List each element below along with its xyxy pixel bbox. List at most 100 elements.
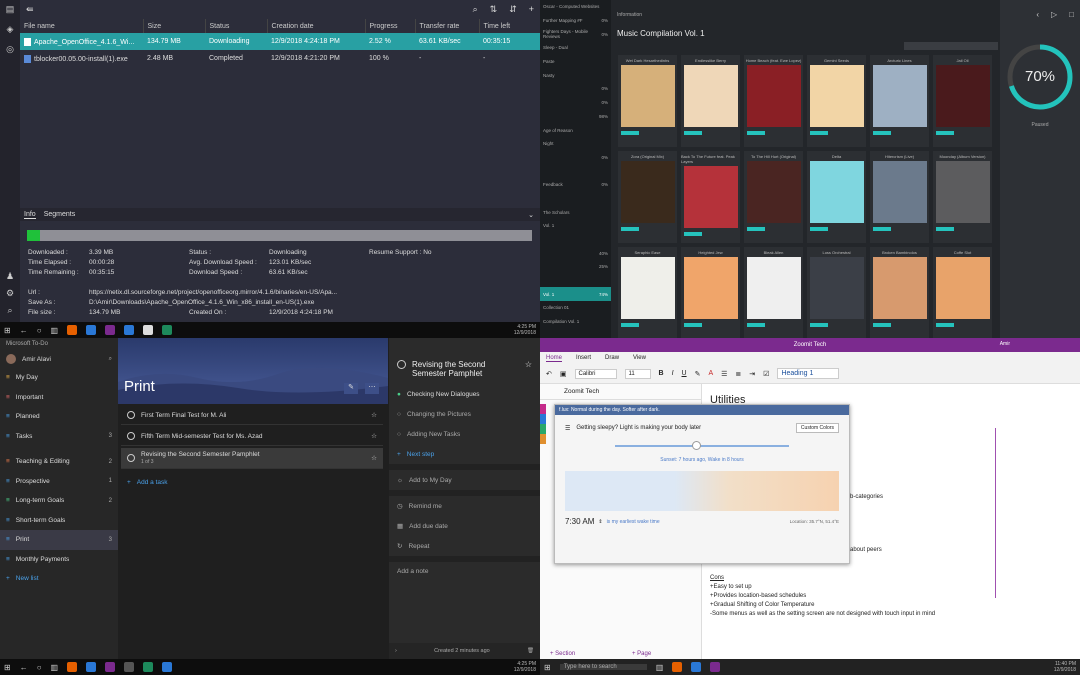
check-circle-icon[interactable] [127, 432, 135, 440]
todo-icon[interactable] [162, 662, 173, 672]
value-url[interactable]: https://netix.dl.sourceforge.net/project… [89, 288, 337, 298]
track-item[interactable]: 25% [540, 260, 611, 274]
track-item[interactable]: Sleep - Dual [540, 41, 611, 55]
underline-icon[interactable]: U [682, 370, 687, 377]
app-icon[interactable] [124, 662, 135, 672]
search-field[interactable] [904, 42, 998, 50]
new-list-button[interactable]: + New list [0, 569, 118, 589]
sidebar-item[interactable]: ≡ Planned [0, 407, 118, 427]
onenote-icon[interactable] [105, 325, 116, 335]
highlight-icon[interactable]: ✎ [695, 370, 701, 378]
col-progress[interactable]: Progress [365, 19, 416, 33]
step-item[interactable]: ○ Changing the Pictures [389, 404, 540, 424]
track-item[interactable]: Vol. 1 74% [540, 287, 611, 302]
stop-icon[interactable]: □ [1069, 10, 1074, 19]
search-icon[interactable]: ⌕ [109, 356, 112, 363]
tab-view[interactable]: View [633, 355, 646, 361]
album-card[interactable]: Back To The Future feat. Peak Layers [681, 151, 740, 243]
edge-icon[interactable] [86, 325, 97, 335]
track-item[interactable]: Compilation Vol. 1 [540, 315, 611, 329]
bold-icon[interactable]: B [659, 370, 664, 377]
album-card[interactable]: Delta [807, 151, 866, 243]
album-card[interactable]: Coffe Slot [933, 247, 992, 338]
album-card[interactable]: Zora (Original Mix) [618, 151, 677, 243]
task-item[interactable]: Fifth Term Mid-semester Test for Ms. Aza… [121, 427, 383, 446]
firefox-icon[interactable] [67, 662, 78, 672]
back-icon[interactable]: ⇚ [26, 4, 34, 15]
track-item[interactable]: 0% [540, 151, 611, 165]
task-view-icon[interactable]: ▥ [51, 326, 59, 335]
track-item[interactable]: The Scholars [540, 205, 611, 219]
sidebar-item[interactable]: ≡ Prospective 1 [0, 472, 118, 492]
check-circle-icon[interactable] [127, 411, 135, 419]
track-item[interactable]: 98% [540, 110, 611, 124]
search-box[interactable]: Type here to search [559, 664, 647, 670]
tab-home[interactable]: Home [546, 355, 563, 362]
track-item[interactable] [540, 192, 611, 206]
chevron-down-icon[interactable]: ⌄ [528, 211, 534, 219]
slider-thumb[interactable] [691, 441, 701, 450]
user-profile[interactable]: Amir Alavi ⌕ [0, 350, 118, 368]
check-circle-icon[interactable] [397, 360, 406, 369]
sidebar-item[interactable]: ≡ Teaching & Editing 2 [0, 452, 118, 472]
edge-icon[interactable] [86, 662, 97, 672]
col-transfer-rate[interactable]: Transfer rate [415, 19, 480, 33]
album-card[interactable]: Gemini Seeds [807, 55, 866, 147]
track-item[interactable]: Feedback 0% [540, 178, 611, 192]
album-card[interactable]: Jail Oil [933, 55, 992, 147]
col-creation-date[interactable]: Creation date [267, 19, 366, 33]
menu-icon[interactable]: ▤ [6, 4, 15, 15]
start-icon[interactable]: ⊞ [4, 663, 11, 672]
track-item[interactable]: 40% [540, 246, 611, 260]
album-card[interactable]: Wet Dark Hesarthedinhs [618, 55, 677, 147]
back-icon[interactable]: ‹ [1036, 10, 1039, 19]
sidebar-item[interactable]: ≡ Important [0, 388, 118, 408]
numbering-icon[interactable]: ≣ [735, 370, 741, 378]
track-item[interactable]: Paste [540, 55, 611, 69]
detail-title[interactable]: Revising the Second Semester Pamphlet [412, 360, 519, 378]
next-step-button[interactable]: + Next step [389, 444, 540, 464]
tab-draw[interactable]: Draw [605, 355, 619, 361]
font-select[interactable]: Calibri [574, 368, 617, 379]
cortana-icon[interactable]: ○ [37, 326, 42, 335]
star-icon[interactable]: ☆ [371, 411, 377, 419]
edge-icon[interactable] [691, 662, 702, 672]
col-status[interactable]: Status [205, 19, 268, 33]
star-icon[interactable]: ☆ [371, 454, 377, 462]
check-circle-icon[interactable] [127, 454, 135, 462]
album-card[interactable]: Seraphic Ease [618, 247, 677, 338]
album-card[interactable]: Arcturic Lines [870, 55, 929, 147]
repeat-button[interactable]: ↻ Repeat [389, 536, 540, 556]
sidebar-item[interactable]: ≡ Tasks 3 [0, 427, 118, 447]
wake-time[interactable]: 7:30 AM [565, 517, 594, 526]
tab-info[interactable]: Info [24, 211, 36, 219]
album-card[interactable]: Home Beach (feat. Ewe Lopez) [744, 55, 803, 147]
clock[interactable]: 4:25 PM 12/9/2018 [514, 661, 536, 673]
user-icon[interactable]: ♟ [6, 271, 14, 282]
track-item[interactable]: Night [540, 137, 611, 151]
track-item[interactable]: Collection 01 [540, 301, 611, 315]
sidebar-item[interactable]: ≡ Short-term Goals [0, 511, 118, 531]
clock[interactable]: 4:25 PM 12/9/2018 [514, 324, 536, 336]
undo-icon[interactable]: ↶ [546, 370, 552, 378]
task-view-icon[interactable]: ▥ [656, 663, 664, 672]
col-size[interactable]: Size [143, 19, 206, 33]
album-card[interactable]: Endlesslike Berry [681, 55, 740, 147]
track-item[interactable]: Age of Reason [540, 123, 611, 137]
note-field[interactable]: Add a note [389, 562, 540, 602]
sort-icon[interactable]: ⇅ [490, 4, 498, 15]
track-item[interactable]: Oscar - Computed Websites [540, 0, 611, 14]
stepper-icon[interactable]: ⇕ [598, 519, 602, 525]
add-icon[interactable]: + [529, 4, 534, 15]
location-label[interactable]: Location: 35.7°N, 51.4°E [790, 519, 839, 524]
track-item[interactable] [540, 233, 611, 247]
track-item[interactable]: Vol. 1 [540, 219, 611, 233]
track-item[interactable]: Further Mapping #F 0% [540, 14, 611, 28]
size-select[interactable]: 11 [624, 368, 651, 379]
add-to-my-day-button[interactable]: ☼ Add to My Day [389, 470, 540, 490]
tab-segments[interactable]: Segments [44, 211, 76, 218]
app-icon[interactable] [124, 325, 135, 335]
search-icon[interactable]: ⌕ [473, 4, 478, 15]
album-card[interactable]: Heighted Jew [681, 247, 740, 338]
checkbox-icon[interactable]: ☑ [763, 370, 769, 378]
